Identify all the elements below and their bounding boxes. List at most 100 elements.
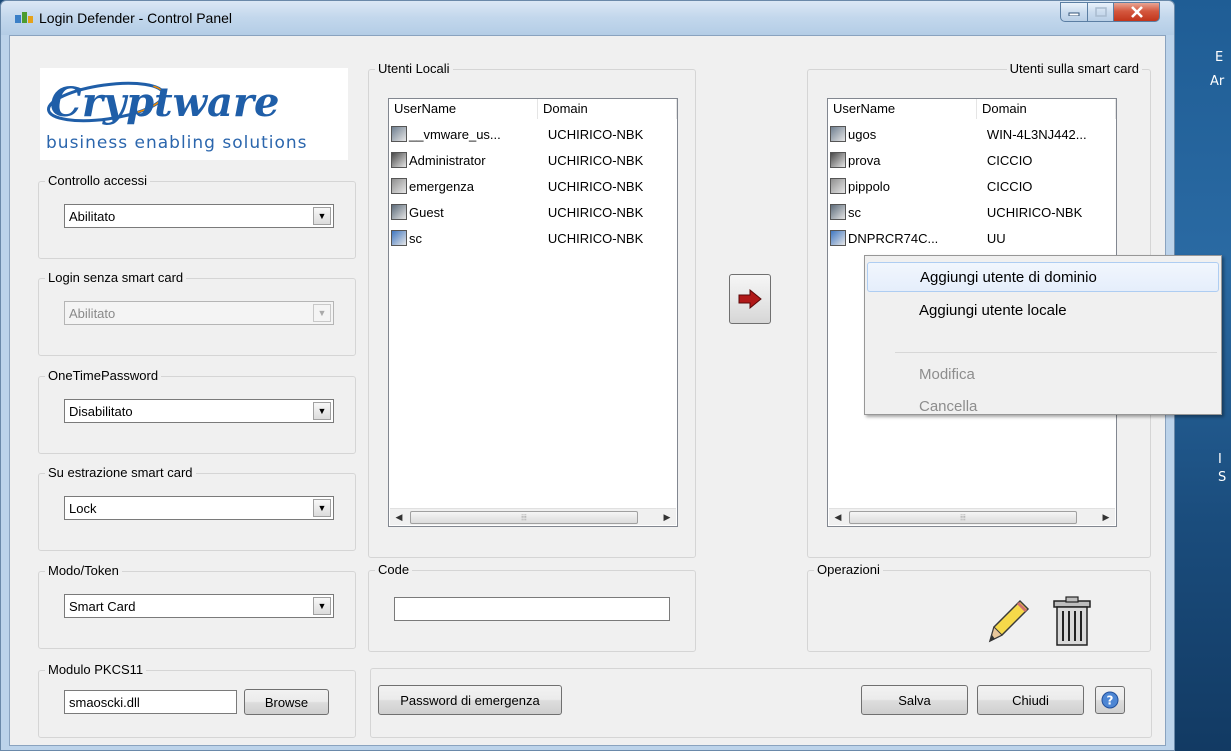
domain-text: CICCIO bbox=[986, 178, 1033, 194]
scroll-thumb[interactable]: ⦙⦙⦙ bbox=[849, 511, 1077, 524]
user-avatar-icon bbox=[830, 204, 846, 220]
user-avatar-icon bbox=[830, 126, 846, 142]
list-item[interactable]: ugos WIN-4L3NJ442... bbox=[830, 121, 1114, 147]
user-avatar-icon bbox=[830, 152, 846, 168]
horizontal-scrollbar[interactable]: ◀ ⦙⦙⦙ ▶ bbox=[829, 508, 1115, 525]
app-icon bbox=[15, 12, 33, 23]
maximize-icon bbox=[1094, 7, 1107, 17]
utenti-locali-group: Utenti Locali UserName Domain __vmware_u… bbox=[368, 61, 696, 558]
list-item-username-cell: emergenza bbox=[391, 178, 540, 194]
column-header-username[interactable]: UserName bbox=[389, 99, 538, 119]
modo-token-label: Modo/Token bbox=[45, 563, 122, 578]
column-header-domain[interactable]: Domain bbox=[976, 99, 1116, 119]
scroll-left-icon[interactable]: ◀ bbox=[392, 511, 406, 524]
operazioni-group: Operazioni bbox=[807, 562, 1151, 652]
list-item[interactable]: sc UCHIRICO-NBK bbox=[391, 225, 675, 251]
controllo-accessi-select[interactable]: Abilitato ▼ bbox=[64, 204, 334, 228]
list-header: UserName Domain bbox=[389, 99, 677, 119]
maximize-button[interactable] bbox=[1088, 2, 1114, 22]
trash-icon bbox=[1053, 596, 1091, 646]
minimize-button[interactable] bbox=[1060, 2, 1088, 22]
menu-separator bbox=[895, 352, 1217, 353]
list-item-username-cell: sc bbox=[391, 230, 540, 246]
list-item[interactable]: emergenza UCHIRICO-NBK bbox=[391, 173, 675, 199]
code-group: Code bbox=[368, 562, 696, 652]
chiudi-button[interactable]: Chiudi bbox=[977, 685, 1084, 715]
chevron-down-icon[interactable]: ▼ bbox=[313, 499, 331, 517]
chevron-down-icon[interactable]: ▼ bbox=[313, 207, 331, 225]
list-item[interactable]: sc UCHIRICO-NBK bbox=[830, 199, 1114, 225]
user-avatar-icon bbox=[391, 204, 407, 220]
estrazione-group: Su estrazione smart card Lock ▼ bbox=[38, 465, 356, 551]
chevron-down-icon[interactable]: ▼ bbox=[313, 402, 331, 420]
cryptware-logo: Cryptware business enabling solutions bbox=[40, 68, 348, 160]
context-menu: Aggiungi utente di dominio Aggiungi uten… bbox=[864, 255, 1222, 415]
pkcs11-label: Modulo PKCS11 bbox=[45, 662, 147, 677]
salva-button[interactable]: Salva bbox=[861, 685, 968, 715]
domain-text: UCHIRICO-NBK bbox=[547, 152, 644, 168]
desktop-label: Ar bbox=[1210, 74, 1225, 89]
menu-item-modifica[interactable]: Modifica bbox=[867, 360, 1219, 390]
list-item[interactable]: __vmware_us... UCHIRICO-NBK bbox=[391, 121, 675, 147]
otp-label: OneTimePassword bbox=[45, 368, 162, 383]
controllo-accessi-value: Abilitato bbox=[69, 209, 116, 224]
browse-button[interactable]: Browse bbox=[244, 689, 329, 715]
list-item[interactable]: Administrator UCHIRICO-NBK bbox=[391, 147, 675, 173]
menu-item-cancella[interactable]: Cancella bbox=[867, 392, 1219, 416]
scroll-right-icon[interactable]: ▶ bbox=[1099, 511, 1113, 524]
user-avatar-icon bbox=[391, 178, 407, 194]
username-text: sc bbox=[409, 230, 422, 246]
desktop-label: I bbox=[1218, 452, 1222, 467]
list-header: UserName Domain bbox=[828, 99, 1116, 119]
transfer-user-button[interactable] bbox=[729, 274, 771, 324]
list-item[interactable]: Guest UCHIRICO-NBK bbox=[391, 199, 675, 225]
otp-select[interactable]: Disabilitato ▼ bbox=[64, 399, 334, 423]
list-item[interactable]: prova CICCIO bbox=[830, 147, 1114, 173]
operazioni-label: Operazioni bbox=[814, 562, 883, 577]
help-button[interactable]: ? bbox=[1095, 686, 1125, 714]
column-header-domain[interactable]: Domain bbox=[537, 99, 677, 119]
scroll-left-icon[interactable]: ◀ bbox=[831, 511, 845, 524]
user-avatar-icon bbox=[830, 230, 846, 246]
horizontal-scrollbar[interactable]: ◀ ⦙⦙⦙ ▶ bbox=[390, 508, 676, 525]
list-item[interactable]: pippolo CICCIO bbox=[830, 173, 1114, 199]
menu-item-aggiungi-utente-locale[interactable]: Aggiungi utente locale bbox=[867, 296, 1219, 326]
title-bar[interactable]: Login Defender - Control Panel bbox=[1, 1, 1174, 35]
list-rows: __vmware_us... UCHIRICO-NBK Administrator U… bbox=[391, 121, 675, 251]
modo-token-group: Modo/Token Smart Card ▼ bbox=[38, 563, 356, 649]
code-input[interactable] bbox=[394, 597, 670, 621]
list-item-username-cell: sc bbox=[830, 204, 979, 220]
utenti-locali-list[interactable]: UserName Domain __vmware_us... UCHIRICO-N… bbox=[388, 98, 678, 527]
scroll-thumb[interactable]: ⦙⦙⦙ bbox=[410, 511, 638, 524]
utenti-locali-label: Utenti Locali bbox=[375, 61, 453, 76]
svg-text:?: ? bbox=[1107, 694, 1114, 708]
domain-text: UU bbox=[986, 230, 1006, 246]
edit-button[interactable] bbox=[982, 593, 1036, 647]
cryptware-logo-graphic: Cryptware business enabling solutions bbox=[46, 79, 308, 153]
pencil-icon bbox=[988, 599, 1030, 643]
user-avatar-icon bbox=[391, 126, 407, 142]
password-emergenza-button[interactable]: Password di emergenza bbox=[378, 685, 562, 715]
chevron-down-icon[interactable]: ▼ bbox=[313, 597, 331, 615]
controllo-accessi-group: Controllo accessi Abilitato ▼ bbox=[38, 173, 356, 259]
estrazione-select[interactable]: Lock ▼ bbox=[64, 496, 334, 520]
modo-token-select[interactable]: Smart Card ▼ bbox=[64, 594, 334, 618]
menu-item-aggiungi-utente-dominio[interactable]: Aggiungi utente di dominio bbox=[867, 262, 1219, 292]
logo-tagline: business enabling solutions bbox=[46, 133, 308, 153]
window-title: Login Defender - Control Panel bbox=[39, 10, 233, 26]
pkcs11-input[interactable]: smaoscki.dll bbox=[64, 690, 237, 714]
domain-text: WIN-4L3NJ442... bbox=[986, 126, 1087, 142]
domain-text: UCHIRICO-NBK bbox=[986, 204, 1083, 220]
list-item-username-cell: DNPRCR74C... bbox=[830, 230, 979, 246]
minimize-icon bbox=[1068, 12, 1080, 16]
list-item[interactable]: DNPRCR74C... UU bbox=[830, 225, 1114, 251]
help-icon: ? bbox=[1101, 691, 1119, 709]
username-text: Administrator bbox=[409, 152, 486, 168]
otp-group: OneTimePassword Disabilitato ▼ bbox=[38, 368, 356, 454]
scroll-right-icon[interactable]: ▶ bbox=[660, 511, 674, 524]
list-item-username-cell: __vmware_us... bbox=[391, 126, 540, 142]
delete-button[interactable] bbox=[1048, 595, 1096, 647]
login-senza-smartcard-group: Login senza smart card Abilitato ▼ bbox=[38, 270, 356, 356]
close-button[interactable] bbox=[1114, 2, 1160, 22]
column-header-username[interactable]: UserName bbox=[828, 99, 977, 119]
